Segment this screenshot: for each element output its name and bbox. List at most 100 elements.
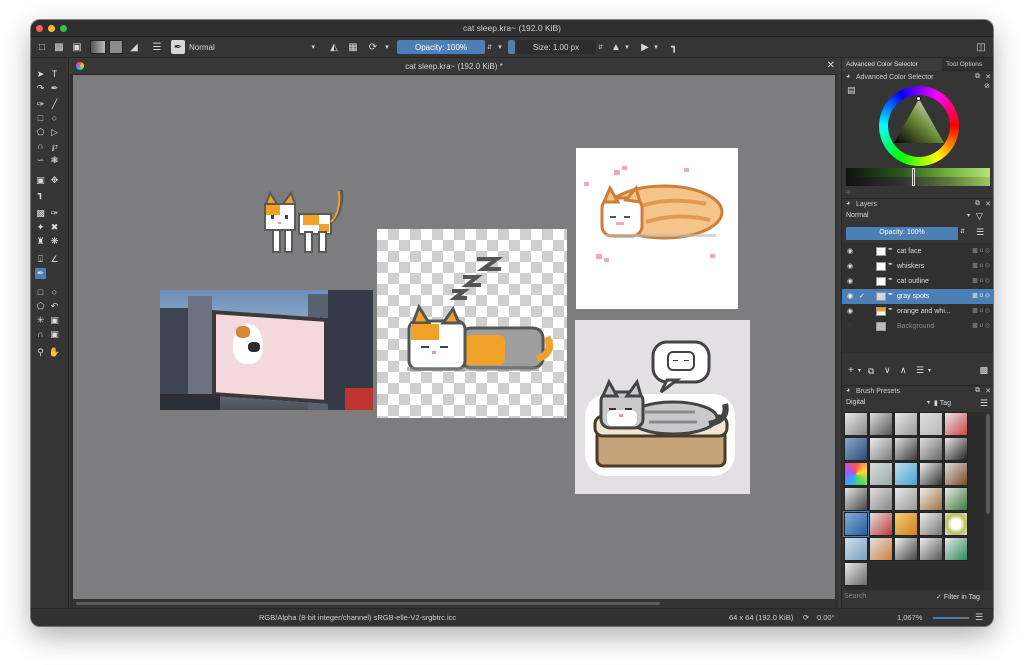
- select-shapes-tool-icon[interactable]: ➤: [35, 69, 46, 80]
- move-tool-icon[interactable]: ✥: [49, 175, 60, 186]
- gradient-tool-icon[interactable]: ▩: [35, 208, 46, 219]
- layer-lock-icon[interactable]: ▩ α ◎: [972, 307, 990, 314]
- brush-presets-menu-icon[interactable]: ☰: [980, 398, 988, 409]
- multibrush-tool-icon[interactable]: ❃: [49, 155, 60, 166]
- visibility-eye-icon[interactable]: ◉: [847, 292, 853, 300]
- float-panel-icon[interactable]: ⧉: [975, 73, 980, 81]
- brush-search-input[interactable]: Search: [844, 593, 928, 605]
- chevron-down-icon[interactable]: ▾: [858, 367, 861, 374]
- add-layer-icon[interactable]: +: [848, 365, 854, 376]
- brush-preset-tile[interactable]: [919, 412, 943, 436]
- opacity-slider[interactable]: Opacity: 100%: [397, 40, 485, 54]
- layer-opacity-slider[interactable]: Opacity: 100%: [846, 227, 958, 240]
- zoom-slider[interactable]: [933, 617, 969, 619]
- brush-preset-tile[interactable]: [844, 412, 868, 436]
- layer-opacity-stepper[interactable]: ⇵: [960, 228, 965, 235]
- smart-patch-tool-icon[interactable]: ✖: [49, 222, 60, 233]
- horizontal-scrollbar[interactable]: [73, 599, 835, 608]
- eraser-mode-icon[interactable]: ◭: [328, 40, 340, 54]
- chevron-down-icon[interactable]: ▾: [623, 40, 631, 54]
- reference-images-tool-icon[interactable]: ✒: [35, 268, 46, 279]
- reference-image-sleeping-cat-hearts[interactable]: [576, 148, 738, 309]
- freehand-select-tool-icon[interactable]: ↶: [49, 301, 60, 312]
- chevron-down-icon[interactable]: ▾: [496, 40, 504, 54]
- crop-canvas-icon[interactable]: ┓: [668, 40, 680, 54]
- dynamic-brush-tool-icon[interactable]: ∽: [35, 155, 46, 166]
- gradient-picker-icon[interactable]: [90, 40, 106, 54]
- workspace-switcher-icon[interactable]: ◫: [975, 40, 987, 54]
- brush-preset-icon[interactable]: ✒: [171, 40, 185, 54]
- rectangle-tool-icon[interactable]: □: [35, 113, 46, 124]
- transform-tool-icon[interactable]: ▣: [35, 175, 46, 186]
- chevron-down-icon[interactable]: ▾: [383, 40, 391, 54]
- brush-preset-tile[interactable]: [894, 437, 918, 461]
- brush-preset-tile[interactable]: [844, 487, 868, 511]
- size-slider-fill[interactable]: [508, 40, 515, 54]
- mirror-horizontal-icon[interactable]: ▲: [610, 40, 622, 54]
- visibility-eye-icon[interactable]: ◉: [847, 307, 853, 315]
- bezier-curve-tool-icon[interactable]: ∩: [35, 141, 46, 152]
- close-panel-icon[interactable]: ✕: [985, 387, 991, 395]
- brush-preset-tile[interactable]: [944, 537, 968, 561]
- float-panel-icon[interactable]: ⧉: [975, 200, 980, 208]
- brush-grid-scrollbar-thumb[interactable]: [986, 414, 990, 514]
- visibility-eye-icon[interactable]: ◉: [847, 262, 853, 270]
- brush-preset-tile[interactable]: [844, 537, 868, 561]
- canvas[interactable]: [73, 75, 835, 599]
- zoom-tool-icon[interactable]: ⚲: [35, 347, 46, 358]
- crop-tool-icon[interactable]: ┓: [35, 189, 46, 200]
- layer-properties-icon[interactable]: ☰: [916, 365, 924, 376]
- opacity-stepper[interactable]: ⇵: [486, 40, 493, 54]
- move-layer-up-icon[interactable]: ∧: [900, 365, 907, 376]
- rect-select-tool-icon[interactable]: □: [35, 287, 46, 298]
- brush-preset-tile[interactable]: [919, 487, 943, 511]
- brush-preset-tile[interactable]: [894, 487, 918, 511]
- layer-lock-icon[interactable]: ▩ α ◎: [972, 247, 990, 254]
- layer-lock-icon[interactable]: ▩ α ◎: [972, 277, 990, 284]
- layer-row-selected[interactable]: ◉ ✓ ✒ gray spots ▩ α ◎: [842, 289, 993, 304]
- measure-tool-icon[interactable]: ∠: [49, 254, 60, 265]
- reference-image-billboard-photo[interactable]: [160, 290, 373, 410]
- close-document-icon[interactable]: ✕: [827, 60, 835, 71]
- similar-select-tool-icon[interactable]: ▣: [49, 315, 60, 326]
- blend-mode-select[interactable]: Normal ▾: [189, 40, 317, 54]
- brush-preset-tile[interactable]: [844, 462, 868, 486]
- ellipse-tool-icon[interactable]: ○: [49, 113, 60, 124]
- brush-preset-tile[interactable]: [944, 437, 968, 461]
- rotation-value[interactable]: 0.00°: [817, 613, 835, 622]
- pattern-picker-icon[interactable]: [109, 40, 123, 54]
- brush-preset-tile[interactable]: [894, 537, 918, 561]
- brush-preset-tile[interactable]: [919, 512, 943, 536]
- delete-layer-icon[interactable]: ▩: [979, 365, 988, 376]
- magnetic-select-tool-icon[interactable]: ▣: [49, 329, 60, 340]
- brush-preset-tile[interactable]: [844, 437, 868, 461]
- brush-preset-tile[interactable]: [869, 512, 893, 536]
- calligraphy-tool-icon[interactable]: ✒: [49, 83, 60, 94]
- size-stepper[interactable]: ⇵: [597, 40, 604, 54]
- zoom-value[interactable]: 1,067%: [897, 613, 922, 622]
- hidden-eye-icon[interactable]: ◌: [847, 322, 851, 329]
- brush-preset-tile[interactable]: [894, 412, 918, 436]
- filter-in-tag-checkbox[interactable]: ✓ Filter in Tag: [936, 593, 980, 601]
- enclose-fill-tool-icon[interactable]: ❋: [49, 236, 60, 247]
- color-swap-icon[interactable]: ◢: [127, 40, 141, 54]
- rotation-icon[interactable]: ⟳: [803, 613, 809, 622]
- brush-preset-tile[interactable]: [944, 412, 968, 436]
- layer-row[interactable]: ◌ Background ▩ α ◎: [842, 319, 993, 334]
- tab-advanced-color-selector[interactable]: Advanced Color Selector: [842, 58, 942, 71]
- layer-blend-mode-select[interactable]: Normal ▾: [846, 212, 970, 224]
- ellipse-select-tool-icon[interactable]: ○: [49, 287, 60, 298]
- brush-preset-tile[interactable]: [869, 462, 893, 486]
- pan-tool-icon[interactable]: ✋: [49, 347, 60, 358]
- layer-lock-icon[interactable]: ▩ α ◎: [972, 262, 990, 269]
- tab-tool-options[interactable]: Tool Options: [946, 61, 982, 68]
- brush-preset-tile[interactable]: [919, 462, 943, 486]
- new-document-icon[interactable]: □: [36, 40, 48, 54]
- size-slider[interactable]: Size: 1.00 px: [516, 40, 596, 54]
- duplicate-layer-icon[interactable]: ⧉: [868, 366, 874, 377]
- line-tool-icon[interactable]: ╱: [49, 99, 60, 110]
- brush-grid-scrollbar[interactable]: [984, 412, 992, 590]
- layer-row[interactable]: ◉ ✒ orange and whi... ▩ α ◎: [842, 304, 993, 319]
- hue-ring[interactable]: [879, 86, 959, 166]
- save-document-icon[interactable]: ▣: [71, 40, 83, 54]
